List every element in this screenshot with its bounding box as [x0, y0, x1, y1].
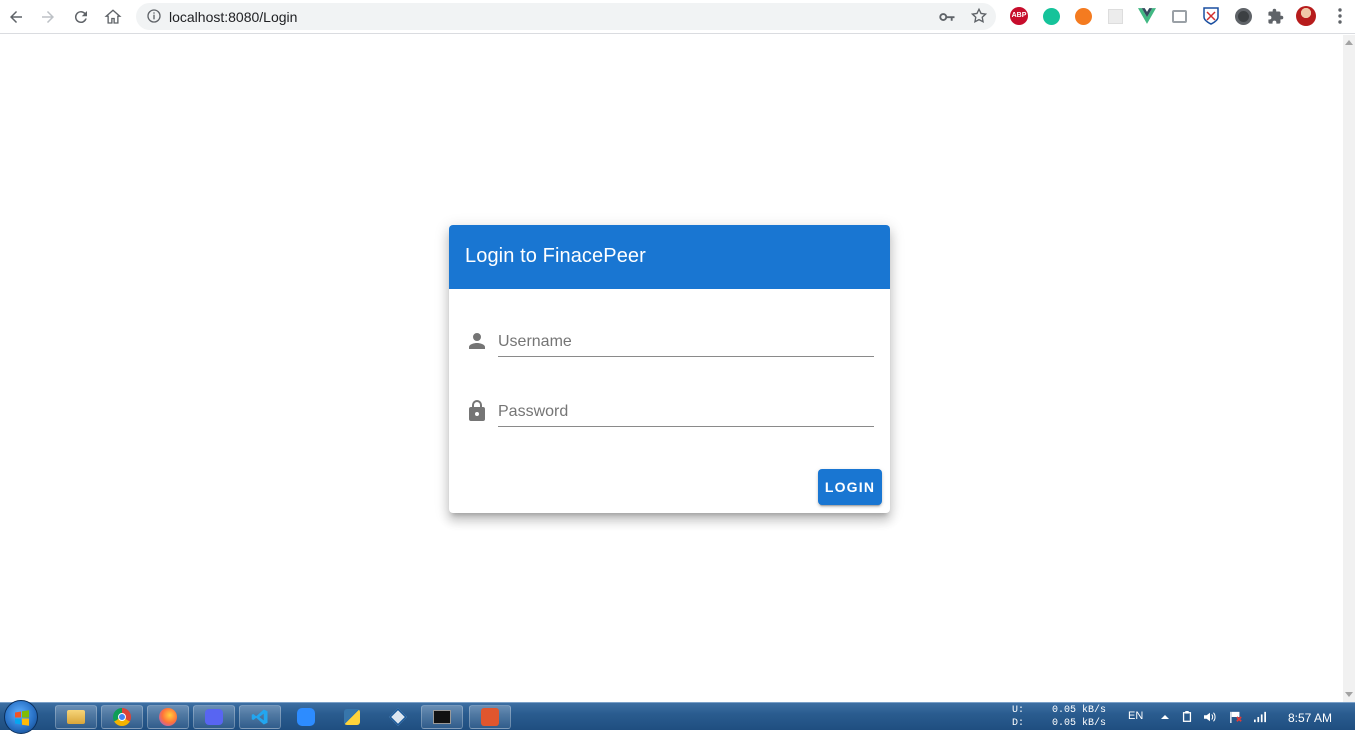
discord-icon[interactable] — [193, 705, 235, 729]
vscode-icon[interactable] — [239, 705, 281, 729]
arrow-right-icon — [42, 11, 54, 23]
login-title: Login to FinacePeer — [465, 245, 646, 267]
home-icon — [104, 9, 122, 24]
reload-button[interactable] — [69, 5, 93, 29]
explorer-icon[interactable] — [55, 705, 97, 729]
home-button[interactable] — [101, 5, 125, 29]
action-center-flag-icon[interactable] — [1229, 711, 1243, 723]
info-icon[interactable] — [146, 8, 162, 24]
chrome-icon[interactable] — [101, 705, 143, 729]
usb-device-icon[interactable] — [1180, 711, 1194, 723]
arrow-left-icon — [10, 11, 22, 23]
grammarly-icon[interactable] — [1041, 6, 1061, 26]
zoom-icon[interactable] — [285, 705, 327, 729]
back-button[interactable] — [4, 5, 28, 29]
abp-icon[interactable]: ABP — [1009, 6, 1029, 26]
vue-devtools-icon[interactable] — [1137, 6, 1157, 26]
page-scrollbar[interactable] — [1343, 35, 1355, 702]
network-signal-icon[interactable] — [1253, 711, 1267, 723]
python-icon[interactable] — [331, 705, 373, 729]
network-up-value: 0.05 kB/s — [1052, 705, 1107, 716]
network-down-value: 0.05 kB/s — [1052, 718, 1107, 729]
scroll-down-arrow[interactable] — [1345, 692, 1353, 697]
puzzle-extensions-icon[interactable] — [1265, 6, 1285, 26]
more-vert-icon — [1338, 8, 1342, 24]
shield-extension-icon[interactable] — [1201, 6, 1221, 26]
reader-extension-icon[interactable] — [1169, 6, 1189, 26]
terminal-icon[interactable] — [421, 705, 463, 729]
network-up-label: U: — [1012, 705, 1025, 716]
profile-avatar[interactable] — [1296, 6, 1316, 26]
abp-badge: ABP — [1010, 7, 1028, 25]
address-bar[interactable]: localhost:8080/Login — [136, 3, 996, 30]
browser-toolbar: localhost:8080/Login ABP — [0, 0, 1355, 34]
star-icon[interactable] — [970, 7, 988, 25]
firefox-icon[interactable] — [147, 705, 189, 729]
lock-icon — [469, 400, 485, 421]
orange-extension-icon[interactable] — [1073, 6, 1093, 26]
forward-button[interactable] — [36, 5, 60, 29]
start-button[interactable] — [4, 700, 38, 734]
recorder-icon[interactable] — [469, 705, 511, 729]
windows-logo-icon — [15, 710, 29, 726]
grid-extension-icon[interactable] — [1105, 6, 1125, 26]
vpn-extension-icon[interactable] — [1233, 6, 1253, 26]
volume-icon[interactable] — [1203, 711, 1217, 723]
show-hidden-icons-icon[interactable] — [1158, 711, 1172, 723]
username-input[interactable] — [498, 323, 874, 357]
clock[interactable]: 8:57 AM — [1288, 711, 1332, 725]
windows-taskbar: U: 0.05 kB/s D: 0.05 kB/s EN 8:57 AM — [0, 700, 1355, 734]
reload-icon — [74, 11, 87, 24]
username-field — [465, 323, 875, 363]
language-indicator[interactable]: EN — [1128, 710, 1143, 722]
chrome-menu-button[interactable] — [1330, 6, 1350, 26]
login-card: Login to FinacePeer LOGIN — [449, 225, 890, 513]
url-text[interactable]: localhost:8080/Login — [169, 9, 297, 25]
person-icon — [469, 333, 485, 349]
network-down-label: D: — [1012, 718, 1025, 729]
login-button[interactable]: LOGIN — [818, 469, 882, 505]
scroll-up-arrow[interactable] — [1345, 40, 1353, 45]
password-field — [465, 393, 875, 433]
password-input[interactable] — [498, 393, 874, 427]
virtualbox-icon[interactable] — [377, 705, 419, 729]
login-card-header: Login to FinacePeer — [449, 225, 890, 289]
key-icon[interactable] — [938, 8, 956, 26]
